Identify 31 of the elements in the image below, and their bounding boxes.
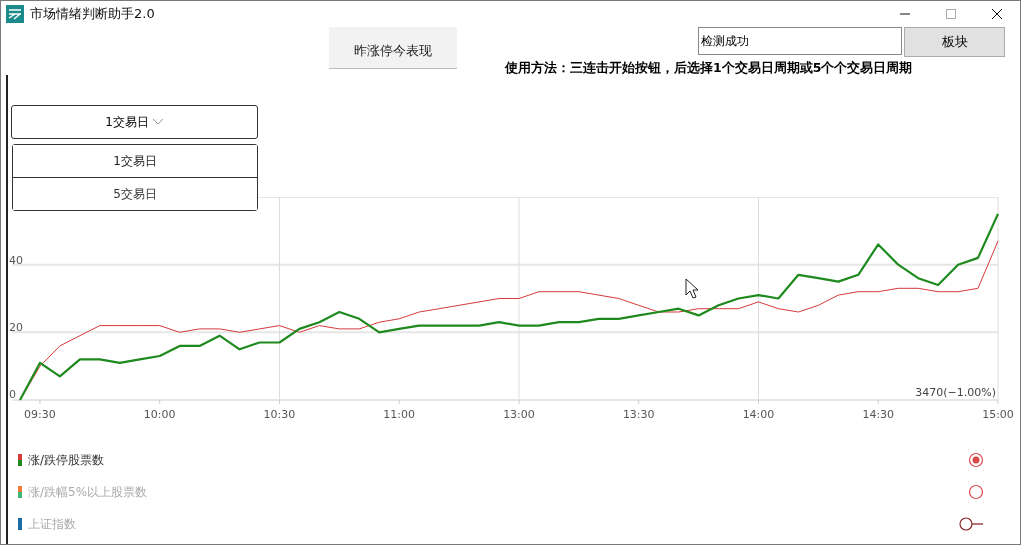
x-axis-label: 09:30	[24, 408, 56, 421]
legend-label: 涨/跌幅5%以上股票数	[28, 483, 148, 501]
legend-label: 上证指数	[28, 515, 76, 533]
dropdown-option[interactable]: 1交易日	[13, 145, 257, 178]
radio-button[interactable]	[968, 452, 984, 468]
legend-label: 涨/跌停股票数	[28, 451, 105, 469]
radio-button[interactable]	[968, 484, 984, 500]
tab[interactable]: 昨涨停今表现	[329, 27, 457, 69]
status-field[interactable]: 检测成功	[698, 27, 902, 55]
app-logo-icon	[5, 4, 25, 24]
close-icon	[991, 8, 1003, 20]
chevron-down-icon	[151, 118, 164, 126]
period-dropdown[interactable]: 1交易日	[11, 105, 258, 139]
x-axis-label: 13:30	[622, 408, 655, 421]
x-axis-label: 13:00	[503, 408, 535, 421]
cursor-icon	[685, 278, 699, 299]
sector-button[interactable]: 板块	[904, 27, 1005, 57]
x-axis-label: 15:00	[982, 408, 1014, 421]
line-toggle-icon[interactable]	[958, 516, 984, 532]
y-axis-label: 20	[9, 321, 23, 335]
y-axis-label: 40	[9, 253, 23, 267]
x-axis-label: 10:00	[143, 408, 176, 421]
y-axis-label: 0	[9, 388, 16, 401]
index-value-label: 3470(−1.00%)	[915, 386, 996, 399]
x-axis-label: 14:30	[862, 408, 895, 421]
maximize-icon	[945, 8, 957, 20]
instruction-text: 使用方法：三连击开始按钮，后选择1个交易日周期或5个个交易日周期	[505, 60, 914, 77]
x-axis-label: 14:00	[742, 408, 775, 421]
window-title: 市场情绪判断助手2.0	[30, 5, 155, 23]
x-axis-label: 11:00	[383, 408, 416, 421]
x-axis-label: 10:30	[263, 408, 296, 421]
